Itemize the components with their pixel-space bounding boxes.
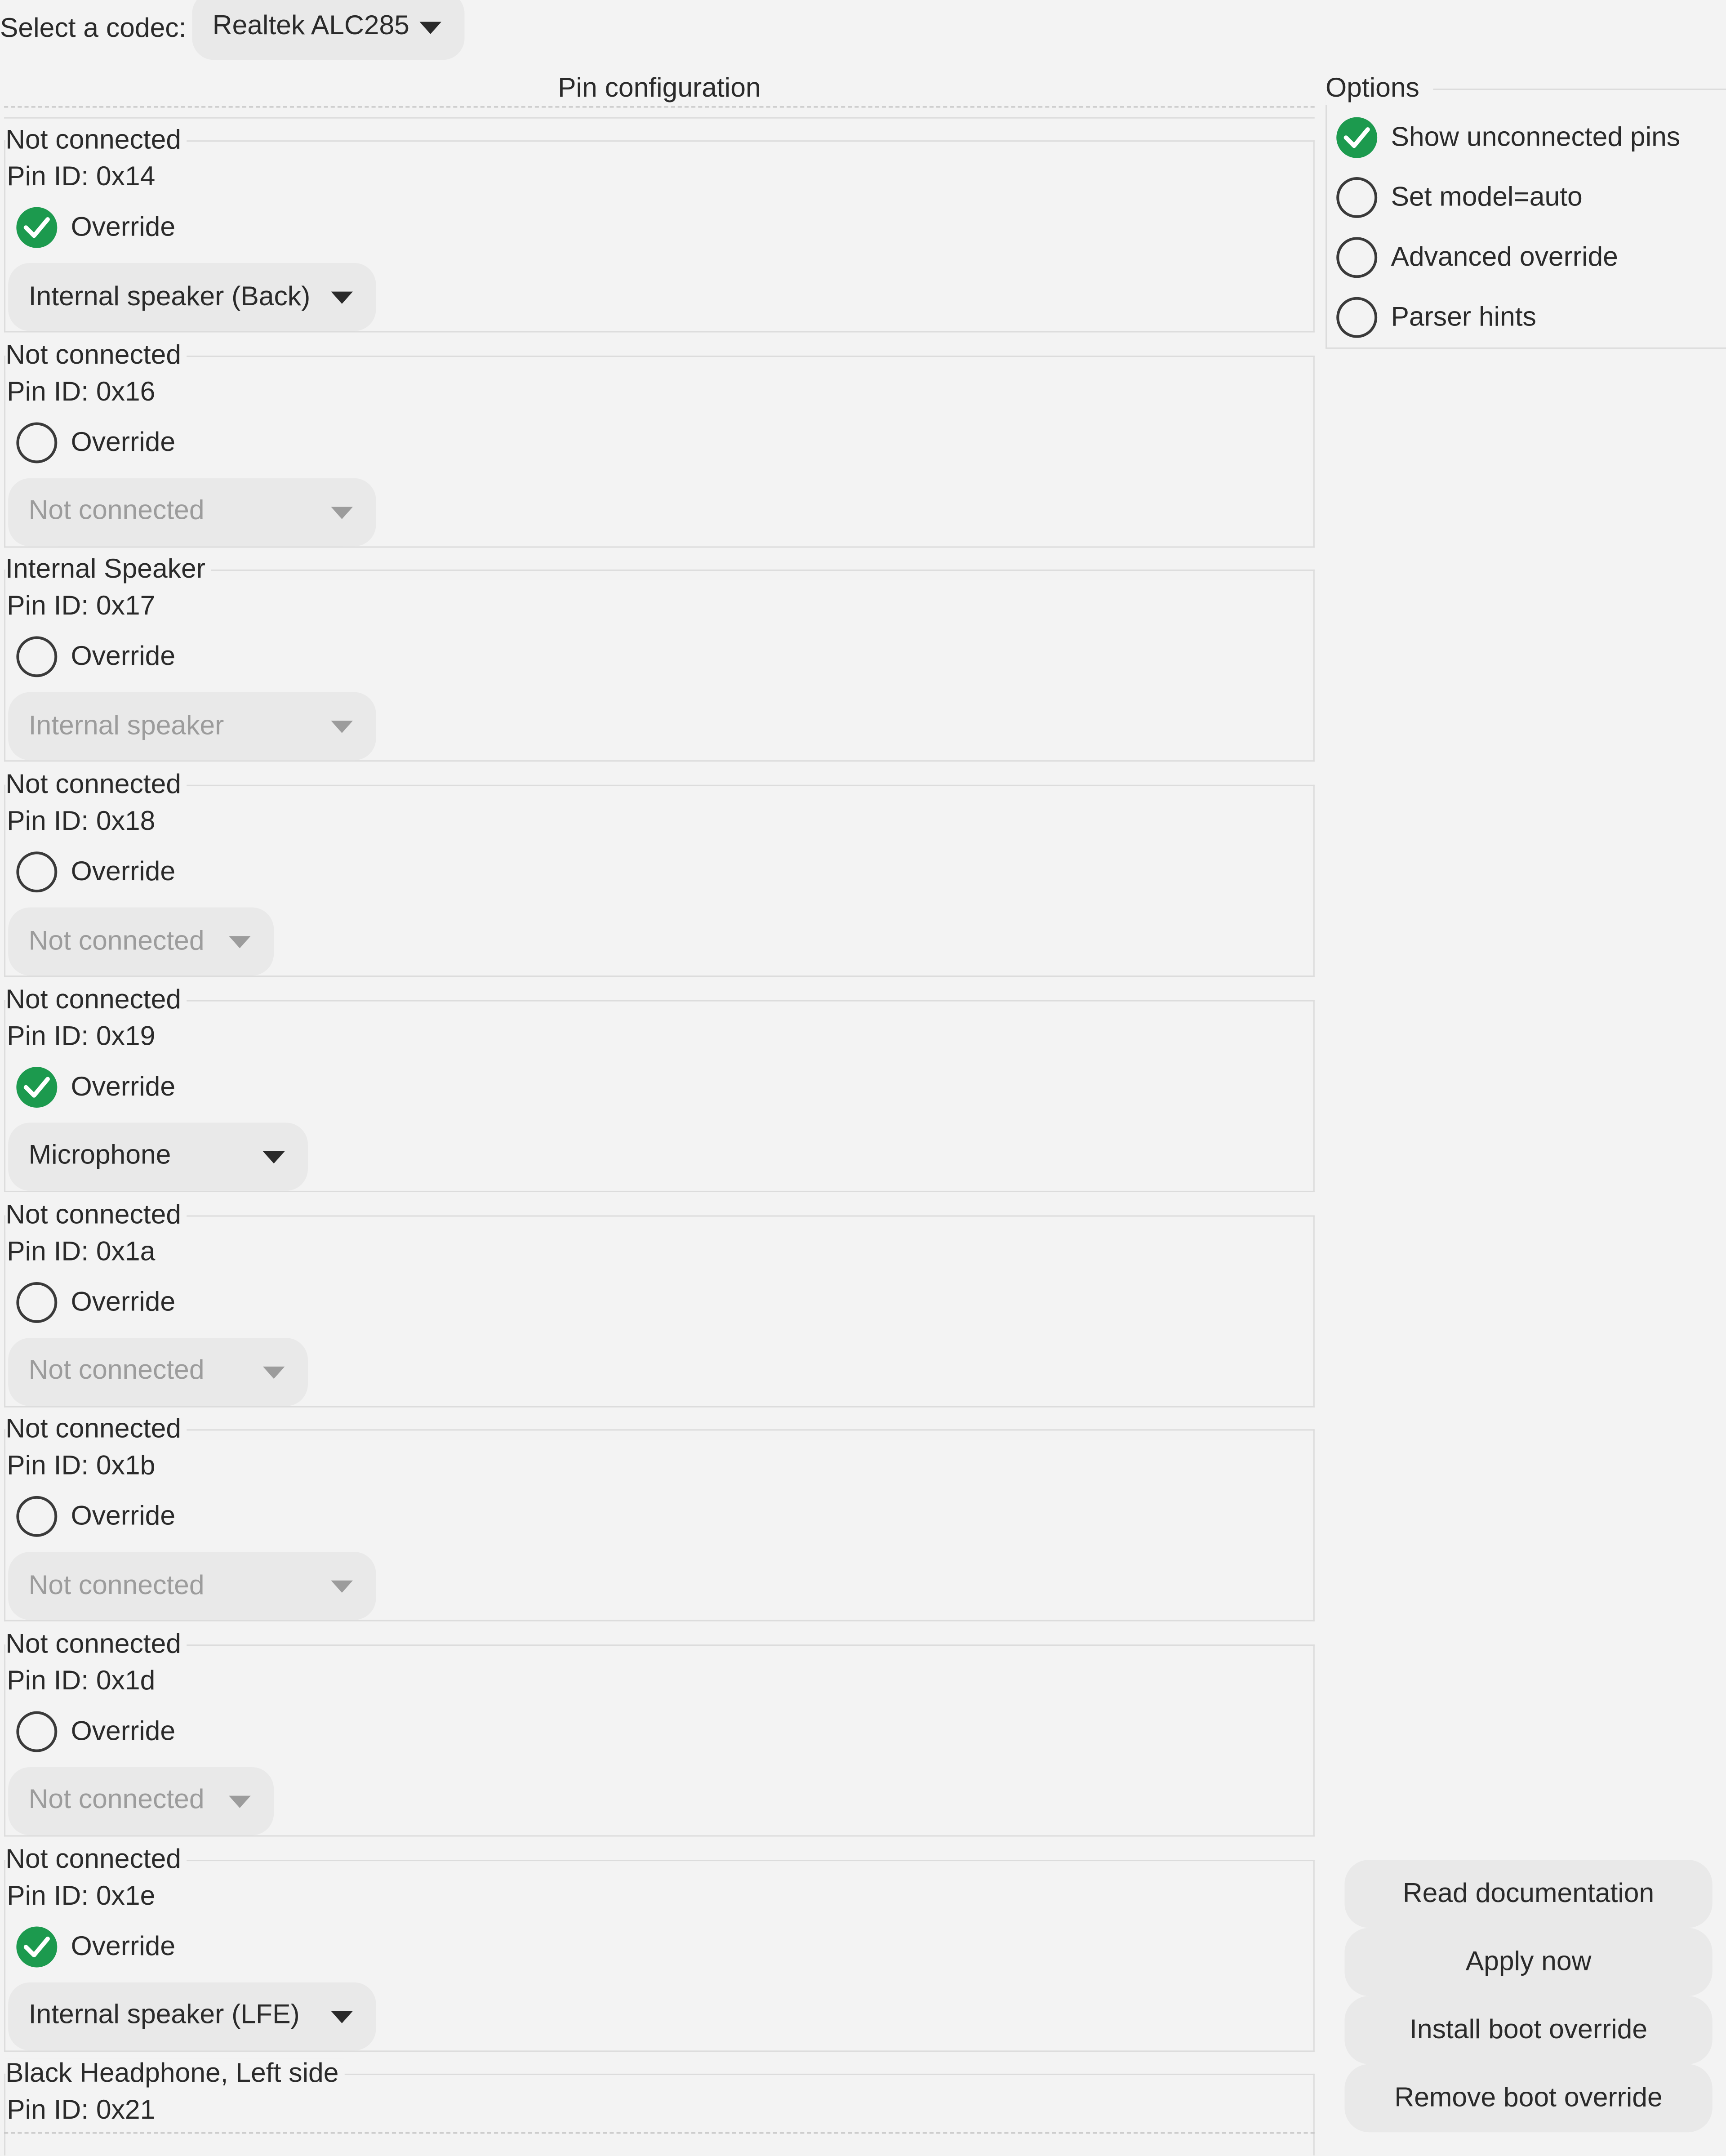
chevron-down-icon bbox=[229, 1795, 251, 1808]
pin-type-value: Internal speaker (LFE) bbox=[28, 2000, 300, 2031]
unchecked-checkbox-icon[interactable] bbox=[1336, 177, 1378, 218]
chevron-down-icon bbox=[331, 506, 353, 519]
pin-type-value: Microphone bbox=[28, 1140, 171, 1171]
override-label[interactable]: Override bbox=[71, 642, 175, 674]
pin-connection-label: Not connected bbox=[5, 1629, 187, 1661]
override-label[interactable]: Override bbox=[71, 1072, 175, 1104]
options-title: Options bbox=[1325, 73, 1425, 105]
unchecked-checkbox-icon[interactable] bbox=[16, 1496, 58, 1537]
unchecked-checkbox-icon[interactable] bbox=[16, 1711, 58, 1752]
override-label[interactable]: Override bbox=[71, 213, 175, 244]
pin-type-value: Not connected bbox=[28, 1785, 205, 1816]
checked-checkbox-icon[interactable] bbox=[16, 207, 58, 248]
pin-type-dropdown[interactable]: Not connected bbox=[8, 1767, 274, 1835]
scroll-bottom-indicator bbox=[4, 2132, 1315, 2134]
option-label[interactable]: Parser hints bbox=[1391, 303, 1536, 334]
pin-list[interactable]: Not connected Pin ID: 0x14 Override Interna… bbox=[0, 0, 1319, 2156]
pin-type-value: Not connected bbox=[28, 1355, 205, 1386]
override-label[interactable]: Override bbox=[71, 1716, 175, 1748]
pin-type-value: Not connected bbox=[28, 926, 205, 956]
override-label[interactable]: Override bbox=[71, 1287, 175, 1319]
pin-type-dropdown[interactable]: Microphone bbox=[8, 1122, 308, 1191]
option-label[interactable]: Show unconnected pins bbox=[1391, 123, 1680, 154]
pin-connection-label: Not connected bbox=[5, 770, 187, 802]
unchecked-checkbox-icon[interactable] bbox=[1336, 297, 1378, 338]
option-label[interactable]: Set model=auto bbox=[1391, 183, 1582, 214]
pin-connection-label: Not connected bbox=[5, 1414, 187, 1446]
pin-id: Pin ID: 0x16 bbox=[7, 377, 156, 407]
pin-type-dropdown[interactable]: Not connected bbox=[8, 1337, 308, 1406]
chevron-down-icon bbox=[331, 721, 353, 734]
pin-type-dropdown[interactable]: Not connected bbox=[8, 477, 376, 546]
apply-now-button[interactable]: Apply now bbox=[1344, 1928, 1713, 1996]
pin-type-value: Not connected bbox=[28, 496, 205, 526]
unchecked-checkbox-icon[interactable] bbox=[16, 422, 58, 463]
read-documentation-button[interactable]: Read documentation bbox=[1344, 1860, 1713, 1928]
pin-id: Pin ID: 0x18 bbox=[7, 806, 156, 837]
pin-id: Pin ID: 0x21 bbox=[7, 2096, 156, 2126]
pin-id: Pin ID: 0x1d bbox=[7, 1666, 156, 1697]
chevron-down-icon bbox=[229, 936, 251, 949]
chevron-down-icon bbox=[331, 291, 353, 304]
chevron-down-icon bbox=[331, 1581, 353, 1593]
option-label[interactable]: Advanced override bbox=[1391, 242, 1618, 274]
pin-type-dropdown[interactable]: Not connected bbox=[8, 907, 274, 976]
pin-connection-label: Not connected bbox=[5, 125, 187, 157]
unchecked-checkbox-icon[interactable] bbox=[16, 1281, 58, 1323]
pin-id: Pin ID: 0x19 bbox=[7, 1021, 156, 1052]
pin-id: Pin ID: 0x1e bbox=[7, 1881, 156, 1911]
pin-type-dropdown[interactable]: Internal speaker (LFE) bbox=[8, 1982, 376, 2050]
pin-connection-label: Not connected bbox=[5, 340, 187, 372]
chevron-down-icon bbox=[262, 1151, 285, 1163]
pin-id: Pin ID: 0x14 bbox=[7, 162, 156, 192]
install-boot-override-button[interactable]: Install boot override bbox=[1344, 1996, 1713, 2064]
checked-checkbox-icon[interactable] bbox=[16, 1066, 58, 1108]
pin-type-value: Internal speaker bbox=[28, 711, 224, 741]
override-label[interactable]: Override bbox=[71, 1931, 175, 1963]
pin-id: Pin ID: 0x1a bbox=[7, 1236, 156, 1267]
override-label[interactable]: Override bbox=[71, 428, 175, 459]
checked-checkbox-icon[interactable] bbox=[16, 1926, 58, 1967]
pin-type-value: Internal speaker (Back) bbox=[28, 281, 311, 312]
unchecked-checkbox-icon[interactable] bbox=[1336, 237, 1378, 278]
pin-id: Pin ID: 0x17 bbox=[7, 592, 156, 622]
pin-type-dropdown[interactable]: Not connected bbox=[8, 1552, 376, 1621]
pin-type-dropdown[interactable]: Internal speaker bbox=[8, 692, 376, 761]
checked-checkbox-icon[interactable] bbox=[1336, 117, 1378, 158]
pin-connection-label: Not connected bbox=[5, 1199, 187, 1231]
chevron-down-icon bbox=[262, 1366, 285, 1378]
remove-boot-override-button[interactable]: Remove boot override bbox=[1344, 2064, 1713, 2133]
pin-connection-label: Internal Speaker bbox=[5, 555, 211, 587]
override-label[interactable]: Override bbox=[71, 1502, 175, 1533]
chevron-down-icon bbox=[331, 2010, 353, 2023]
hda-jack-retask-window: Select a codec: Realtek ALC285 Pin confi… bbox=[0, 0, 1726, 2156]
pin-type-dropdown[interactable]: Internal speaker (Back) bbox=[8, 263, 376, 331]
pin-connection-label: Not connected bbox=[5, 984, 187, 1016]
unchecked-checkbox-icon[interactable] bbox=[16, 851, 58, 893]
pin-type-value: Not connected bbox=[28, 1570, 205, 1601]
pin-id: Pin ID: 0x1b bbox=[7, 1451, 156, 1482]
override-label[interactable]: Override bbox=[71, 857, 175, 889]
pin-connection-label: Black Headphone, Left side bbox=[5, 2059, 344, 2091]
pin-connection-label: Not connected bbox=[5, 1844, 187, 1876]
